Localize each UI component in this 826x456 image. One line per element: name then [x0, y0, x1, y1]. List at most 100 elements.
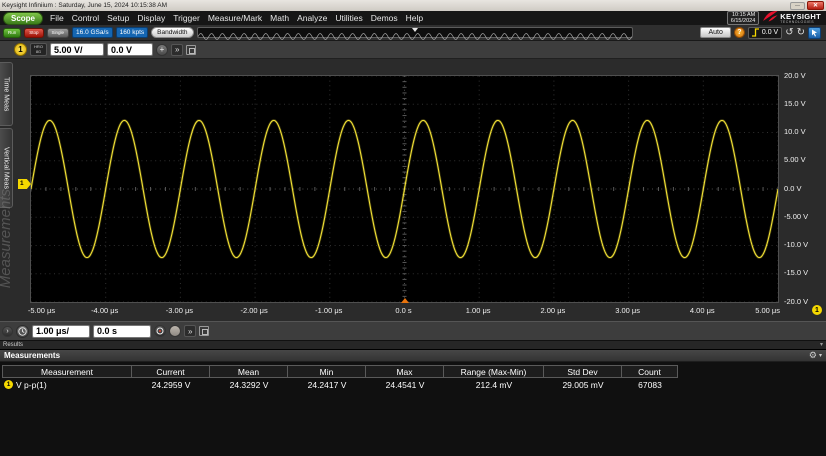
- trigger-time-marker[interactable]: [401, 298, 409, 303]
- acquisition-overview-strip[interactable]: [197, 27, 633, 38]
- touch-screen-icon[interactable]: [808, 27, 821, 39]
- column-header-rangemaxmin[interactable]: Range (Max-Min): [444, 365, 544, 378]
- menu-item-utilities[interactable]: Utilities: [331, 13, 366, 23]
- measurements-title: Measurements: [4, 351, 60, 360]
- menu-items: FileControlSetupDisplayTriggerMeasure/Ma…: [46, 13, 427, 23]
- x-axis-label: 0.0 s: [395, 306, 411, 315]
- gear-caret-icon[interactable]: ▾: [819, 352, 822, 359]
- waveform-display[interactable]: [30, 75, 779, 303]
- column-header-measurement[interactable]: Measurement: [2, 365, 132, 378]
- bandwidth-button[interactable]: Bandwidth: [151, 27, 193, 38]
- value-cell: 67083: [622, 380, 678, 390]
- x-axis-label: -3.00 μs: [166, 306, 193, 315]
- menu-item-setup[interactable]: Setup: [103, 13, 133, 23]
- table-header-row: MeasurementCurrentMeanMinMaxRange (Max-M…: [2, 365, 826, 378]
- channel-dialog-icon[interactable]: [186, 45, 196, 55]
- x-axis-label: 5.00 μs: [755, 306, 780, 315]
- run-button[interactable]: Run: [3, 28, 21, 38]
- column-header-stddev[interactable]: Std Dev: [544, 365, 622, 378]
- y-axis-label: 10.0 V: [784, 127, 806, 136]
- value-cell: 24.2959 V: [132, 380, 210, 390]
- panel-menu-icon[interactable]: ▾: [820, 342, 823, 348]
- expand-panel-button[interactable]: ›: [2, 326, 13, 337]
- results-panel: Results ▾ Measurements ⚙ ▾ MeasurementCu…: [0, 341, 826, 456]
- horizontal-dialog-icon[interactable]: [199, 326, 209, 336]
- trigger-edge-icon: [752, 24, 760, 42]
- redo-icon[interactable]: ↻: [797, 28, 805, 38]
- y-axis-label: -15.0 V: [784, 268, 808, 277]
- x-axis-labels: -5.00 μs-4.00 μs-3.00 μs-2.00 μs-1.00 μs…: [30, 306, 779, 316]
- y-axis-label: 5.00 V: [784, 155, 806, 164]
- channel-1-indicator[interactable]: 1: [812, 305, 822, 315]
- brand-text: KEYSIGHT TECHNOLOGIES: [780, 13, 821, 24]
- channel-offset-input[interactable]: 0.0 V: [107, 43, 153, 56]
- menu-item-measuremark[interactable]: Measure/Mark: [204, 13, 266, 23]
- channel-1-button[interactable]: 1: [14, 43, 27, 56]
- column-header-current[interactable]: Current: [132, 365, 210, 378]
- overview-waveform: [198, 32, 632, 41]
- memory-depth-badge[interactable]: 160 kpts: [116, 27, 149, 38]
- clock-icon: [18, 327, 27, 336]
- help-icon[interactable]: ?: [734, 27, 745, 38]
- channel-more-button[interactable]: »: [171, 44, 183, 56]
- channel-mode-line2: 8G: [36, 50, 41, 55]
- y-axis-label: -20.0 V: [784, 297, 808, 306]
- zoom-mode-button[interactable]: [154, 325, 166, 337]
- table-row[interactable]: 1V p-p(1)24.2959 V24.3292 V24.2417 V24.4…: [2, 378, 826, 391]
- measurements-watermark: Measurements: [0, 189, 14, 288]
- stop-button[interactable]: Stop: [24, 28, 43, 38]
- column-header-min[interactable]: Min: [288, 365, 366, 378]
- zoom-icon: [156, 327, 164, 335]
- value-cell: 29.005 mV: [544, 380, 622, 390]
- menu-item-display[interactable]: Display: [133, 13, 169, 23]
- value-cell: 24.4541 V: [366, 380, 444, 390]
- tab-time-meas[interactable]: Time Meas: [0, 62, 13, 126]
- segmented-mode-button[interactable]: [169, 325, 181, 337]
- toolbar-right-group: Auto ? 0.0 V ↺ ↻: [700, 27, 823, 39]
- column-header-max[interactable]: Max: [366, 365, 444, 378]
- x-axis-label: 1.00 μs: [466, 306, 491, 315]
- channel-mode-indicator[interactable]: HRO 8G: [30, 43, 47, 56]
- y-axis-label: -10.0 V: [784, 240, 808, 249]
- single-button[interactable]: Single: [47, 28, 70, 38]
- channel-scale-input[interactable]: 5.00 V/: [50, 43, 104, 56]
- y-axis-labels: 20.0 V15.0 V10.0 V5.00 V0.0 V-5.00 V-10.…: [784, 75, 824, 303]
- waveform-svg: [31, 76, 778, 302]
- column-header-count[interactable]: Count: [622, 365, 678, 378]
- menu-bar: Scope FileControlSetupDisplayTriggerMeas…: [0, 11, 826, 25]
- x-axis-label: 4.00 μs: [690, 306, 715, 315]
- scope-menu-button[interactable]: Scope: [3, 12, 43, 25]
- horizontal-more-button[interactable]: »: [184, 325, 196, 337]
- x-axis-label: -2.00 μs: [240, 306, 267, 315]
- measurements-header-bar: Measurements ⚙ ▾: [0, 350, 826, 362]
- menu-item-help[interactable]: Help: [402, 13, 427, 23]
- trigger-level-control[interactable]: 0.0 V: [748, 27, 782, 39]
- auto-trigger-button[interactable]: Auto: [700, 27, 730, 38]
- menu-item-math[interactable]: Math: [266, 13, 293, 23]
- x-axis-label: 3.00 μs: [615, 306, 640, 315]
- menu-item-analyze[interactable]: Analyze: [293, 13, 331, 23]
- gear-icon[interactable]: ⚙: [809, 351, 817, 360]
- brand-name: KEYSIGHT: [780, 13, 821, 20]
- measurements-table: MeasurementCurrentMeanMinMaxRange (Max-M…: [2, 365, 826, 391]
- undo-icon[interactable]: ↺: [785, 28, 793, 38]
- waveform-area: Time Meas Vertical Meas Measurements 1 2…: [0, 59, 826, 321]
- results-panel-label[interactable]: Results: [3, 342, 23, 348]
- trigger-level-value: 0.0 V: [762, 29, 778, 36]
- y-axis-label: 15.0 V: [784, 99, 806, 108]
- acquisition-toolbar: Run Stop Single 16.0 GSa/s 160 kpts Band…: [0, 25, 826, 41]
- column-header-mean[interactable]: Mean: [210, 365, 288, 378]
- value-cell: 24.2417 V: [288, 380, 366, 390]
- horizontal-position-input[interactable]: 0.0 s: [93, 325, 151, 338]
- y-axis-label: -5.00 V: [784, 212, 808, 221]
- timebase-input[interactable]: 1.00 μs/: [32, 325, 90, 338]
- channel-badge: 1: [4, 380, 13, 389]
- add-waveform-button[interactable]: +: [156, 44, 168, 56]
- menu-item-control[interactable]: Control: [68, 13, 103, 23]
- menu-item-trigger[interactable]: Trigger: [169, 13, 204, 23]
- sample-rate-badge[interactable]: 16.0 GSa/s: [72, 27, 113, 38]
- horizontal-settings-button[interactable]: [16, 325, 29, 338]
- menu-item-file[interactable]: File: [46, 13, 68, 23]
- table-body: 1V p-p(1)24.2959 V24.3292 V24.2417 V24.4…: [2, 378, 826, 391]
- menu-item-demos[interactable]: Demos: [367, 13, 402, 23]
